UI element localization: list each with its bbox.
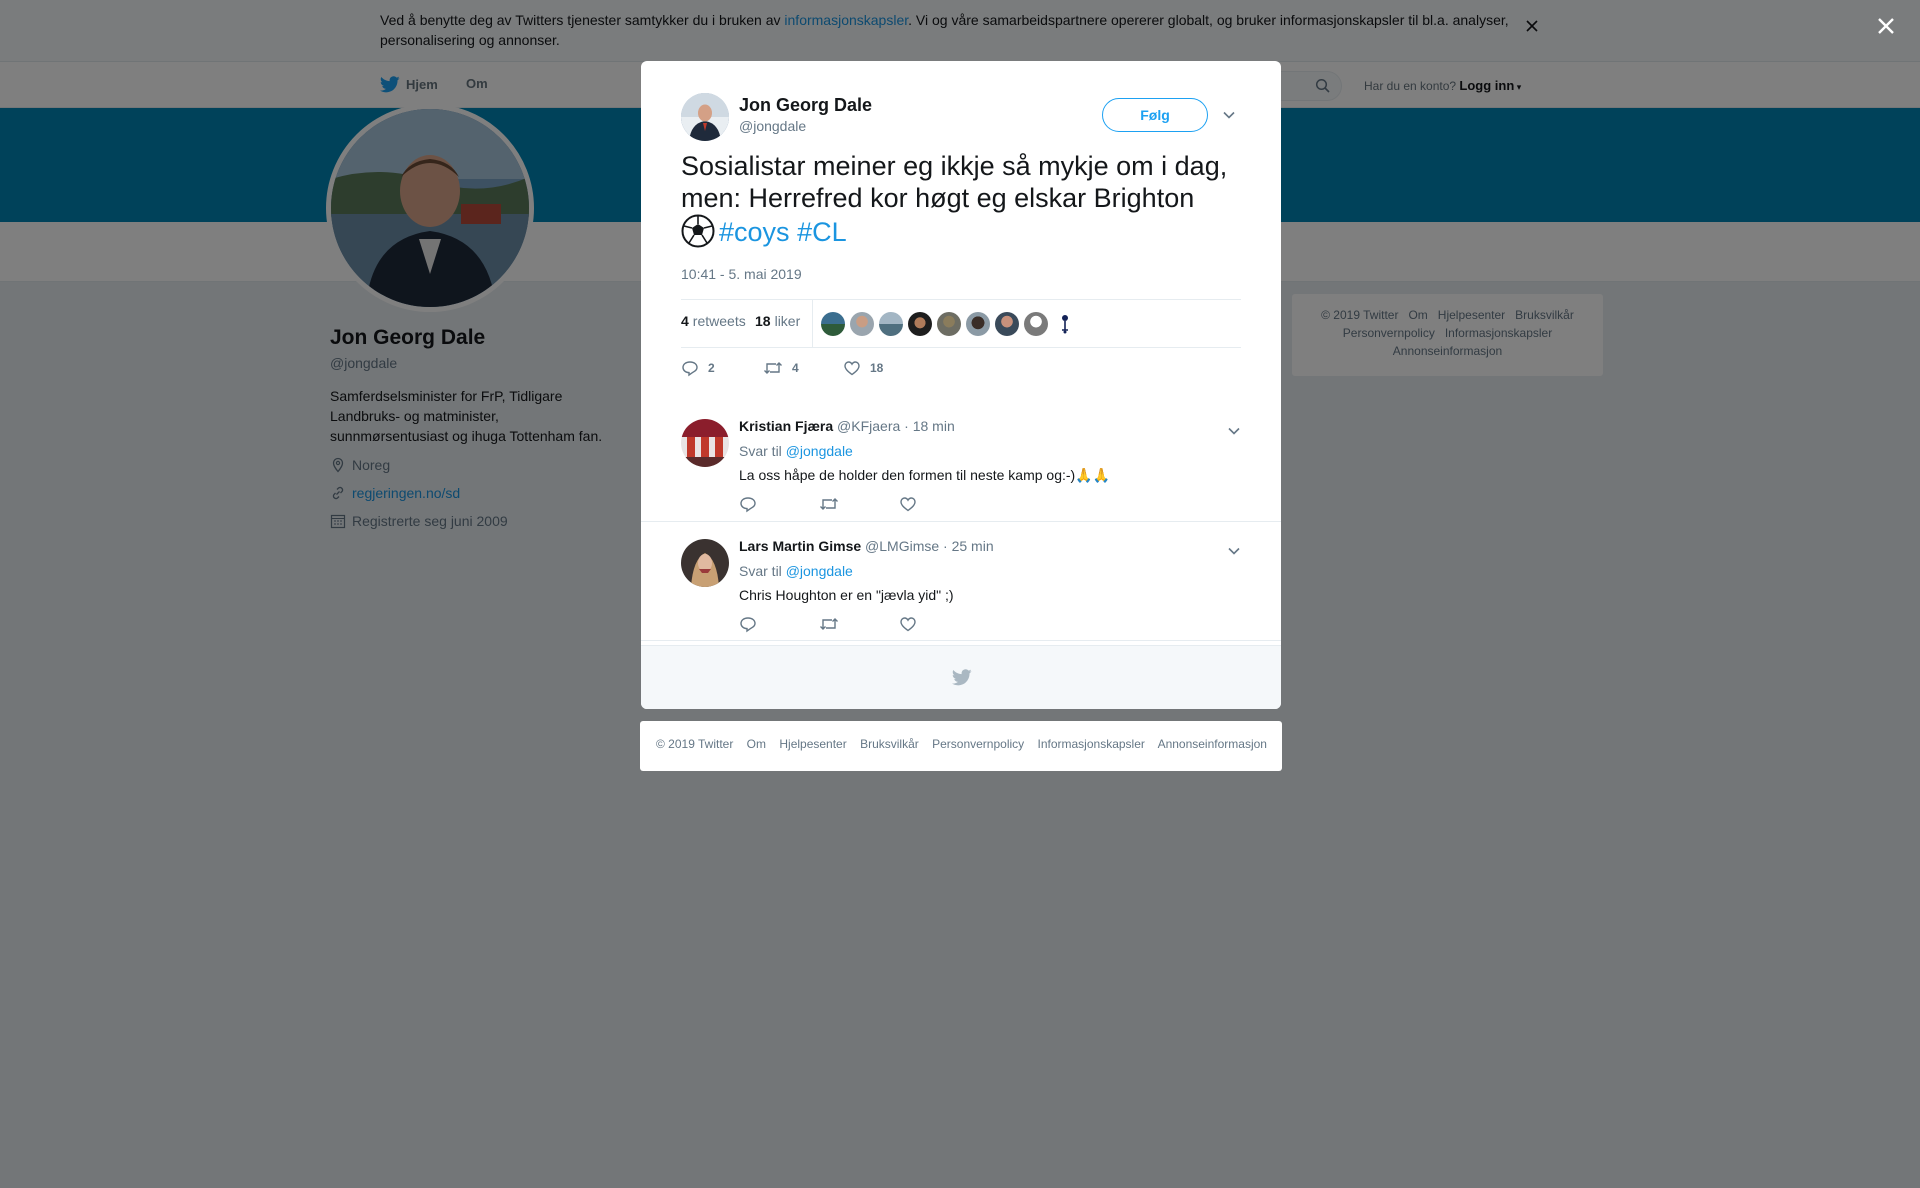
reply-avatar[interactable] <box>681 539 729 587</box>
reply-header: Lars Martin Gimse @LMGimse · 25 min <box>739 538 994 554</box>
reply-icon <box>682 361 698 377</box>
tweet-body: Sosialistar meiner eg ikkje så mykje om … <box>681 151 1228 213</box>
reply-count: 2 <box>708 361 715 375</box>
liker-avatar[interactable] <box>879 312 903 336</box>
tweet-permalink-modal: Jon Georg Dale @jongdale Følg Sosialista… <box>641 61 1281 709</box>
retweet-stat[interactable]: 4 retweets <box>681 313 746 329</box>
reply-time[interactable]: · 25 min <box>943 538 994 554</box>
hashtag-cl[interactable]: #CL <box>797 217 847 247</box>
retweet-action-count: 4 <box>792 361 799 375</box>
twitter-bird-icon <box>952 669 972 686</box>
reply-author-name[interactable]: Kristian Fjæra <box>739 418 833 434</box>
liker-avatar[interactable] <box>908 312 932 336</box>
reply-tweet[interactable]: Kristian Fjæra @KFjaera · 18 min Svar ti… <box>641 404 1281 522</box>
tweet-stats: 4 retweets 18 liker <box>681 299 1241 348</box>
reply-time[interactable]: · 18 min <box>904 418 955 434</box>
tweet-text: Sosialistar meiner eg ikkje så mykje om … <box>681 150 1246 248</box>
soccer-ball-icon <box>681 214 715 248</box>
liker-avatar[interactable] <box>821 312 845 336</box>
club-crest-icon <box>1062 315 1068 334</box>
retweet-button[interactable]: 4 <box>763 359 799 377</box>
reply-text: Chris Houghton er en "jævla yid" ;) <box>739 587 954 603</box>
author-avatar[interactable] <box>681 93 729 141</box>
author-photo <box>681 93 729 141</box>
liker-avatar[interactable] <box>850 312 874 336</box>
reply-to-label: Svar til <box>739 443 782 459</box>
retweet-icon[interactable] <box>819 495 839 513</box>
reply-tweet[interactable]: Lars Martin Gimse @LMGimse · 25 min Svar… <box>641 524 1281 641</box>
heart-icon[interactable] <box>899 495 917 513</box>
retweet-count: 4 <box>681 313 689 329</box>
footer-link-about[interactable]: Om <box>747 737 766 751</box>
like-stat[interactable]: 18 liker <box>755 313 800 329</box>
like-action-count: 18 <box>870 361 884 375</box>
like-button[interactable]: 18 <box>843 359 883 377</box>
reply-to-line: Svar til @jongdale <box>739 563 853 579</box>
liker-avatar[interactable] <box>1024 312 1048 336</box>
footer-link-cookies[interactable]: Informasjonskapsler <box>1038 737 1145 751</box>
like-label: liker <box>774 313 801 329</box>
reply-button[interactable]: 2 <box>681 359 715 377</box>
reply-header: Kristian Fjæra @KFjaera · 18 min <box>739 418 955 434</box>
reply-to-line: Svar til @jongdale <box>739 443 853 459</box>
footer-link-ads-info[interactable]: Annonseinformasjon <box>1158 737 1267 751</box>
tweet-timestamp[interactable]: 10:41 - 5. mai 2019 <box>681 266 802 282</box>
chevron-down-icon[interactable] <box>1227 424 1241 438</box>
liker-avatar[interactable] <box>937 312 961 336</box>
footer-link-privacy[interactable]: Personvernpolicy <box>932 737 1024 751</box>
heart-icon <box>844 361 860 376</box>
liker-avatar[interactable] <box>966 312 990 336</box>
reply-actions <box>739 495 939 513</box>
reply-actions <box>739 615 939 633</box>
modal-footer <box>641 645 1281 709</box>
reply-avatar[interactable] <box>681 419 729 467</box>
reply-to-label: Svar til <box>739 563 782 579</box>
retweet-label: retweets <box>692 313 746 329</box>
hashtag-coys[interactable]: #coys <box>719 217 790 247</box>
close-icon[interactable] <box>1872 12 1900 40</box>
reply-author-handle[interactable]: @KFjaera <box>837 418 900 434</box>
like-count: 18 <box>755 313 771 329</box>
follow-button[interactable]: Følg <box>1102 98 1208 132</box>
bottom-footer: © 2019 Twitter Om Hjelpesenter Bruksvilk… <box>640 721 1282 771</box>
tweet-header: Jon Georg Dale @jongdale Følg <box>681 93 1241 145</box>
author-name[interactable]: Jon Georg Dale <box>739 95 872 116</box>
chevron-down-icon[interactable] <box>1227 544 1241 558</box>
author-handle[interactable]: @jongdale <box>739 118 806 134</box>
reply-to-handle[interactable]: @jongdale <box>786 443 853 459</box>
reply-to-handle[interactable]: @jongdale <box>786 563 853 579</box>
replies-separator <box>641 392 1281 402</box>
retweet-icon[interactable] <box>819 615 839 633</box>
liker-avatar[interactable] <box>1053 312 1077 336</box>
stats-divider <box>812 300 813 347</box>
footer-copyright: © 2019 Twitter <box>656 737 734 751</box>
heart-icon[interactable] <box>899 615 917 633</box>
reply-text: La oss håpe de holder den formen til nes… <box>739 467 1111 483</box>
reply-author-name[interactable]: Lars Martin Gimse <box>739 538 861 554</box>
reply-icon[interactable] <box>739 615 757 633</box>
retweet-icon <box>764 362 782 374</box>
reply-author-photo <box>681 539 729 587</box>
reply-author-photo <box>681 419 729 467</box>
chevron-down-icon[interactable] <box>1222 108 1236 122</box>
footer-link-terms[interactable]: Bruksvilkår <box>860 737 919 751</box>
tweet-actions: 2 4 18 <box>681 359 981 379</box>
liker-avatar[interactable] <box>995 312 1019 336</box>
reply-icon[interactable] <box>739 495 757 513</box>
liker-avatars <box>821 312 1082 336</box>
footer-link-help[interactable]: Hjelpesenter <box>779 737 846 751</box>
reply-author-handle[interactable]: @LMGimse <box>865 538 939 554</box>
